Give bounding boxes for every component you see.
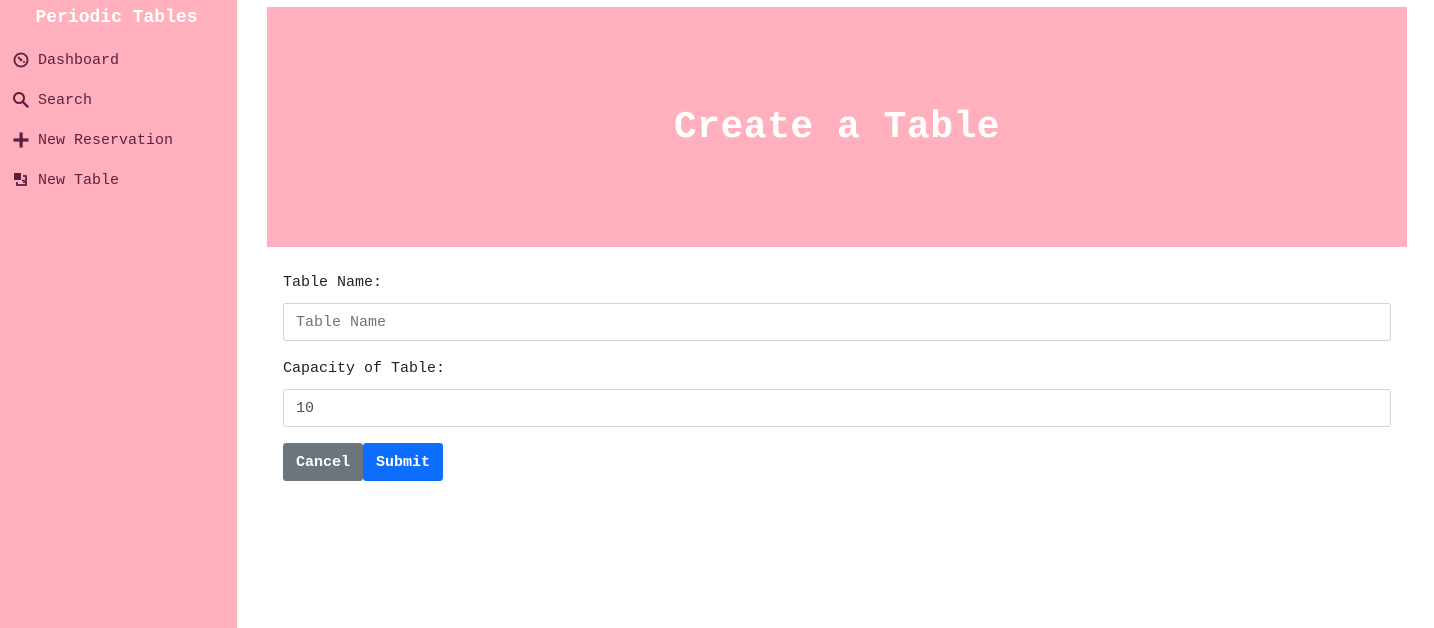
brand-title[interactable]: Periodic Tables [0, 8, 233, 28]
cancel-button[interactable]: Cancel [283, 443, 364, 481]
sidebar-item-new-reservation[interactable]: New Reservation [12, 129, 173, 151]
dashboard-icon [12, 51, 30, 69]
sidebar-item-label: New Reservation [38, 131, 174, 149]
sidebar: Periodic Tables Dashboard Search New Res… [0, 0, 237, 628]
sidebar-item-label: Search [38, 91, 93, 109]
layers-icon [12, 171, 30, 189]
sidebar-item-dashboard[interactable]: Dashboard [12, 49, 119, 71]
form-actions: Cancel Submit [283, 443, 1391, 481]
sidebar-item-new-table[interactable]: New Table [12, 169, 119, 191]
table-name-label: Table Name: [283, 274, 383, 291]
sidebar-item-search[interactable]: Search [12, 89, 92, 111]
submit-button[interactable]: Submit [363, 443, 444, 481]
search-icon [12, 91, 30, 109]
page-header-banner: Create a Table [267, 7, 1407, 247]
page-title: Create a Table [673, 105, 1001, 149]
sidebar-item-label: Dashboard [38, 51, 120, 69]
sidebar-item-label: New Table [38, 171, 120, 189]
capacity-label: Capacity of Table: [283, 360, 446, 377]
app-root: Periodic Tables Dashboard Search New Res… [0, 0, 1434, 628]
capacity-input[interactable] [283, 389, 1391, 427]
table-name-input[interactable] [283, 303, 1391, 341]
plus-icon [12, 131, 30, 149]
create-table-form: Table Name: Capacity of Table: Cancel Su… [283, 272, 1391, 481]
